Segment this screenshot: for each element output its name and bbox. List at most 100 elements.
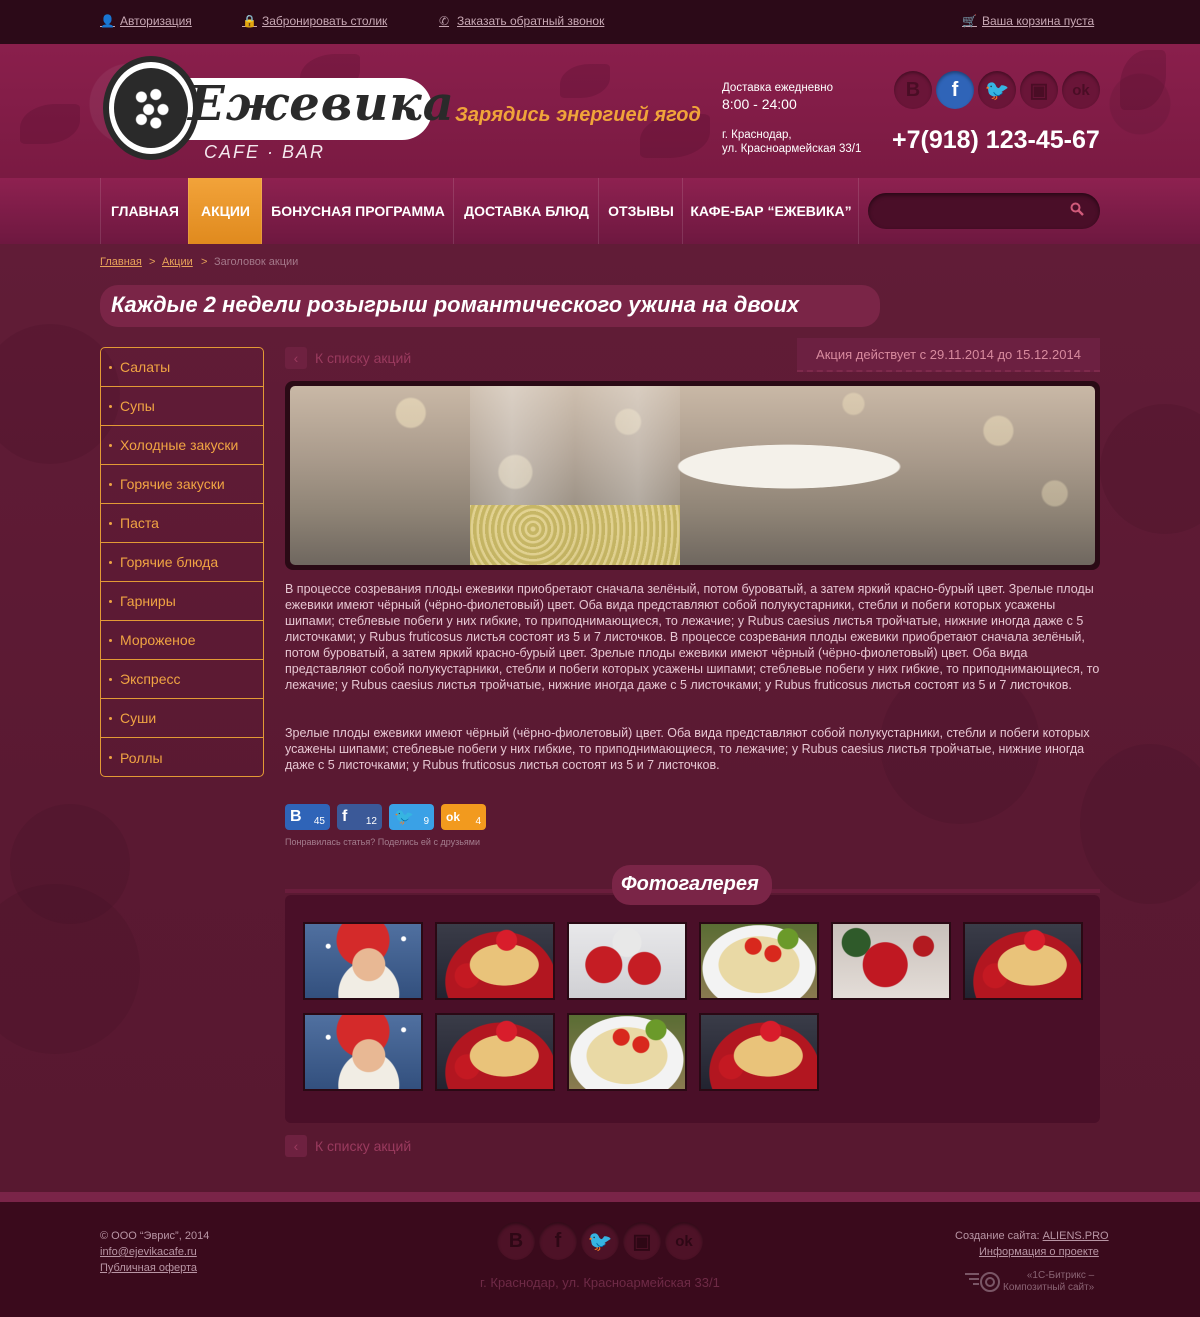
search-input[interactable]	[882, 201, 1066, 223]
copyright: © ООО “Эврис”, 2014	[100, 1230, 210, 1242]
delivery-label: Доставка ежедневно	[722, 82, 833, 94]
facebook-icon[interactable]: f	[936, 71, 974, 109]
bullet-icon	[109, 716, 112, 720]
bullet-icon	[109, 638, 112, 642]
callback-link[interactable]: ✆ Заказать обратный звонок	[437, 14, 604, 28]
menu-item-label: Горячие закуски	[120, 476, 225, 492]
menu-item[interactable]: Мороженое	[101, 621, 263, 660]
nav-item-4[interactable]: ДОСТАВКА БЛЮД	[453, 178, 599, 244]
menu-item-label: Супы	[120, 398, 155, 414]
gallery-thumb-santa-girl[interactable]	[303, 1013, 423, 1091]
footer-vk-icon[interactable]: B	[497, 1222, 535, 1260]
vk-share-button[interactable]: B 45	[285, 804, 330, 830]
odnoklassniki-icon[interactable]: ok	[1062, 71, 1100, 109]
share-count: 45	[313, 815, 325, 827]
menu-item[interactable]: Холодные закуски	[101, 426, 263, 465]
arrow-left-icon: ‹	[285, 1135, 307, 1157]
lock-icon: 🔒	[242, 14, 257, 28]
nav-item-1[interactable]: ГЛАВНАЯ	[100, 178, 189, 244]
promo-photo	[290, 386, 1095, 565]
menu-item[interactable]: Гарниры	[101, 582, 263, 621]
logo-text: Ежевика	[188, 76, 455, 132]
aliens-link[interactable]: ALIENS.PRO	[1043, 1230, 1109, 1242]
search-icon[interactable]	[1070, 202, 1084, 216]
menu-item-label: Суши	[120, 710, 157, 726]
auth-link[interactable]: 👤 Авторизация	[100, 14, 192, 28]
public-offer-link[interactable]: Публичная оферта	[100, 1262, 197, 1274]
gallery-thumb-pancakes[interactable]	[963, 922, 1083, 1000]
created-by: Создание сайта: ALIENS.PRO	[955, 1230, 1109, 1242]
twitter-icon[interactable]: 🐦	[978, 71, 1016, 109]
footer-facebook-icon[interactable]: f	[539, 1222, 577, 1260]
back-to-promos-link[interactable]: ‹ К списку акций	[285, 347, 411, 369]
gallery-thumb-pasta[interactable]	[699, 922, 819, 1000]
project-info-link[interactable]: Информация о проекте	[979, 1246, 1099, 1258]
slogan: Зарядись энергией ягод	[455, 104, 701, 126]
menu-item[interactable]: Салаты	[101, 348, 263, 387]
logo-subtitle: CAFE · BAR	[204, 142, 326, 162]
menu-item[interactable]: Горячие блюда	[101, 543, 263, 582]
back-to-promos-link-bottom[interactable]: ‹ К списку акций	[285, 1135, 411, 1157]
gallery-thumb-pasta[interactable]	[567, 1013, 687, 1091]
decor-circle	[0, 884, 140, 1054]
menu-item[interactable]: Паста	[101, 504, 263, 543]
footer-instagram-icon[interactable]: ▣	[623, 1222, 661, 1260]
share-count: 4	[475, 815, 481, 827]
auth-label: Авторизация	[120, 14, 192, 28]
twitter-share-button[interactable]: 🐦 9	[389, 804, 434, 830]
delivery-hours: 8:00 - 24:00	[722, 96, 797, 112]
bullet-icon	[109, 756, 112, 759]
gallery-thumb-gifts[interactable]	[567, 922, 687, 1000]
menu-item[interactable]: Горячие закуски	[101, 465, 263, 504]
twitter-icon: 🐦	[394, 809, 414, 826]
menu-item[interactable]: Суши	[101, 699, 263, 738]
bitrix-line-2: Композитный сайт»	[1003, 1282, 1095, 1293]
odnoklassniki-share-button[interactable]: ok 4	[441, 804, 486, 830]
gallery-thumb-christmas-star[interactable]	[831, 922, 951, 1000]
vk-icon[interactable]: B	[894, 71, 932, 109]
menu-item-label: Горячие блюда	[120, 554, 219, 570]
callback-label: Заказать обратный звонок	[457, 14, 605, 28]
cart-link[interactable]: 🛒 Ваша корзина пуста	[962, 14, 1094, 28]
menu-item[interactable]: Супы	[101, 387, 263, 426]
gallery-thumb-pancakes[interactable]	[699, 1013, 819, 1091]
page-title: Каждые 2 недели розыгрыш романтического …	[111, 292, 800, 317]
nav-divider	[858, 178, 859, 244]
menu-item[interactable]: Экспресс	[101, 660, 263, 699]
menu-item[interactable]: Роллы	[101, 738, 263, 777]
back-link-label: К списку акций	[315, 1138, 412, 1154]
menu-item-label: Холодные закуски	[120, 437, 239, 453]
gallery-thumb-pancakes[interactable]	[435, 922, 555, 1000]
phone-number[interactable]: +7(918) 123-45-67	[892, 126, 1100, 155]
reserve-label: Забронировать столик	[262, 14, 388, 28]
nav-item-5[interactable]: ОТЗЫВЫ	[598, 178, 683, 244]
nav-item-6[interactable]: КАФЕ-БАР “ЕЖЕВИКА”	[682, 178, 859, 244]
facebook-share-button[interactable]: f 12	[337, 804, 382, 830]
menu-item-label: Экспресс	[120, 671, 181, 687]
breadcrumb-promos[interactable]: Акции	[162, 256, 193, 268]
nav-item-2[interactable]: АКЦИИ	[188, 178, 262, 244]
cart-icon: 🛒	[962, 14, 977, 28]
decor-leaf	[20, 104, 80, 144]
bullet-icon	[109, 365, 112, 369]
instagram-icon[interactable]: ▣	[1020, 71, 1058, 109]
paragraph-1: В процессе созревания плоды ежевики прио…	[285, 582, 1100, 692]
gallery-thumb-pancakes[interactable]	[435, 1013, 555, 1091]
menu-item-label: Салаты	[120, 359, 171, 375]
bullet-icon	[109, 521, 112, 525]
nav-item-3[interactable]: БОНУСНАЯ ПРОГРАММА	[261, 178, 454, 244]
gallery-thumb-santa-girl[interactable]	[303, 922, 423, 1000]
bitrix-line-1: «1С-Битрикс –	[1026, 1270, 1095, 1281]
menu-item-label: Паста	[120, 515, 159, 531]
breadcrumb-home[interactable]: Главная	[100, 256, 142, 268]
bullet-icon	[109, 677, 112, 681]
footer-twitter-icon[interactable]: 🐦	[581, 1222, 619, 1260]
champagne-image	[470, 505, 680, 565]
footer-odnoklassniki-icon[interactable]: ok	[665, 1222, 703, 1260]
footer-email-link[interactable]: info@ejevikacafe.ru	[100, 1246, 197, 1258]
facebook-icon: f	[342, 808, 348, 825]
menu-item-label: Мороженое	[120, 632, 196, 648]
decor-leaf	[560, 64, 610, 98]
share-note: Понравилась статья? Поделись ей с друзья…	[285, 837, 481, 847]
reserve-link[interactable]: 🔒 Забронировать столик	[242, 14, 387, 28]
